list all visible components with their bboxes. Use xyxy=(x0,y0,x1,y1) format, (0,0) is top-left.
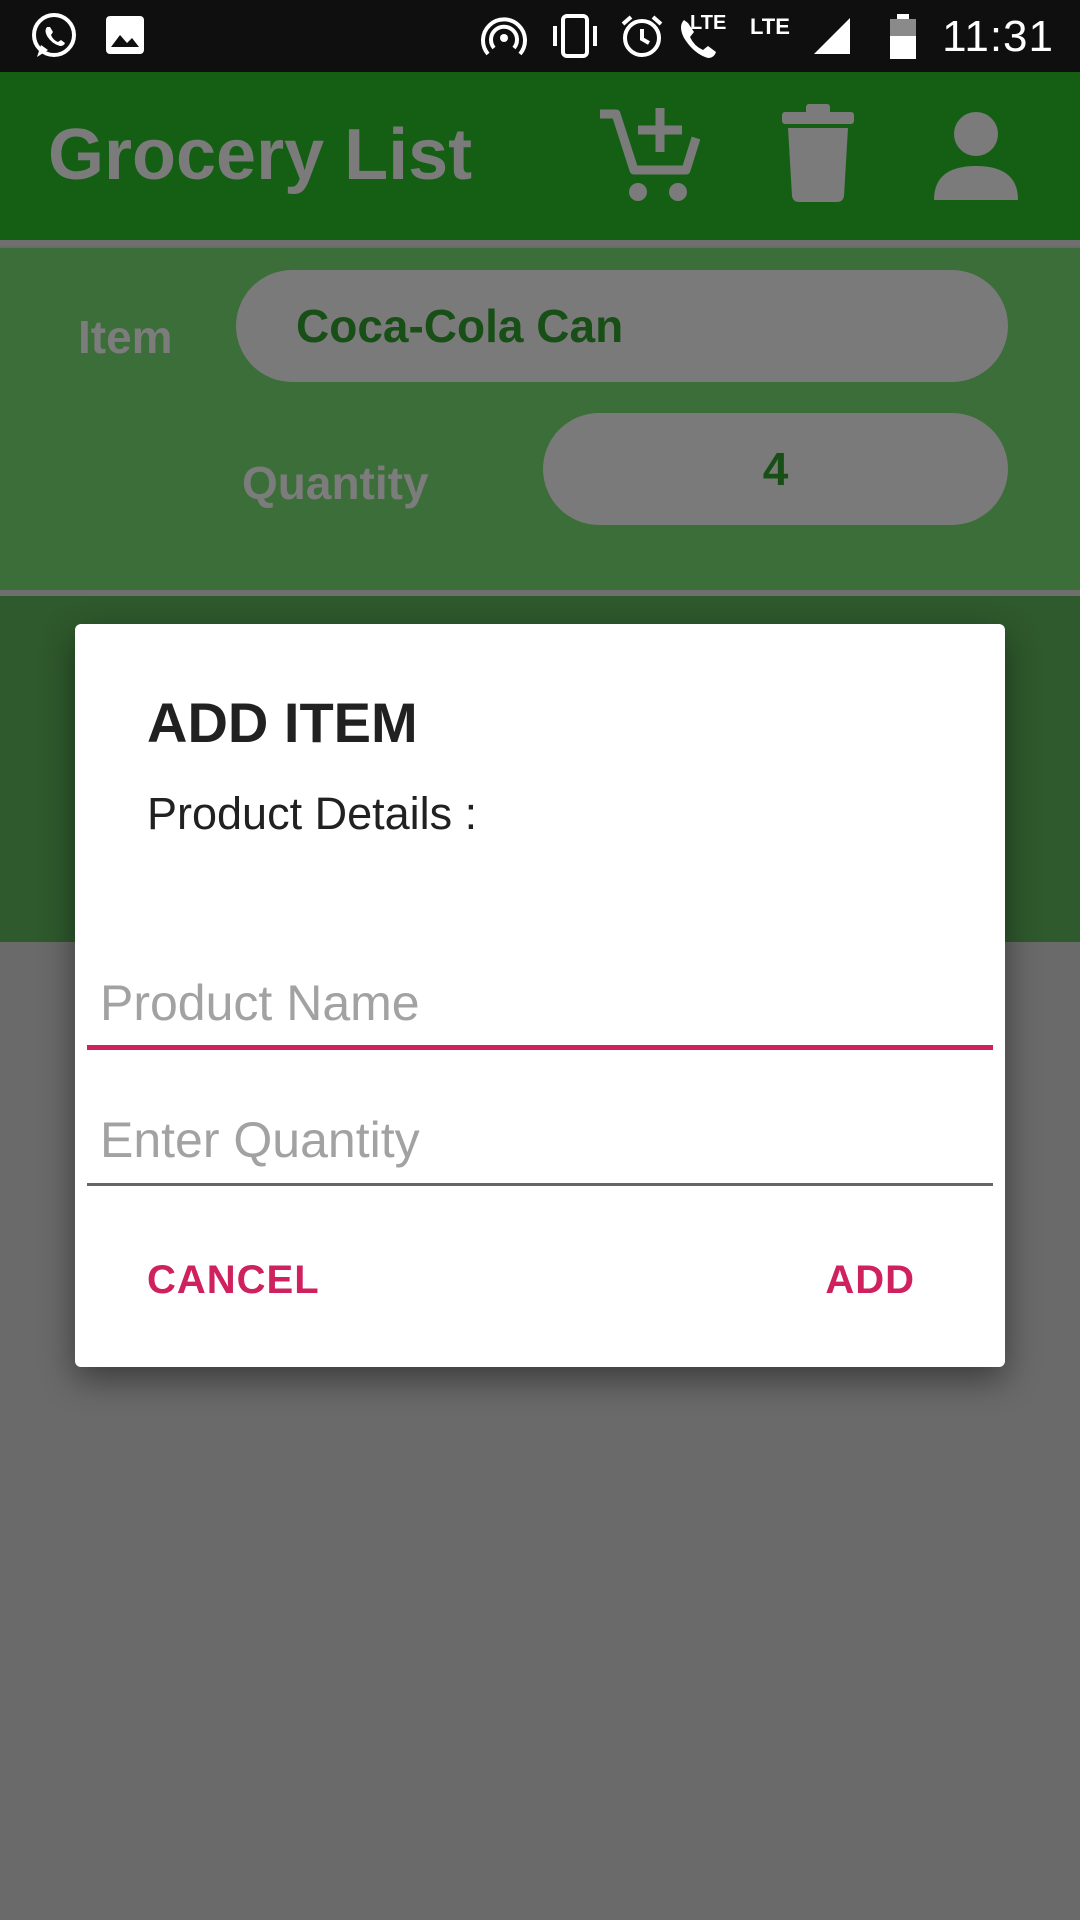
quantity-input[interactable]: 4 xyxy=(543,413,1008,525)
battery-icon xyxy=(890,14,916,59)
whatsapp-icon xyxy=(32,13,76,57)
status-bar: LTE LTE 11:31 xyxy=(0,0,1080,72)
add-to-cart-icon[interactable] xyxy=(594,100,704,210)
app-bar: Grocery List xyxy=(0,72,1080,240)
cancel-button[interactable]: CANCEL xyxy=(147,1258,320,1303)
delete-icon[interactable] xyxy=(776,100,860,210)
add-item-dialog: ADD ITEM Product Details : CANCEL ADD xyxy=(75,624,1005,1367)
add-button[interactable]: ADD xyxy=(825,1258,915,1303)
app-title: Grocery List xyxy=(48,115,473,195)
quantity-label: Quantity xyxy=(242,457,429,509)
quantity-field[interactable] xyxy=(87,1096,993,1186)
vibrate-icon xyxy=(553,14,597,58)
item-input[interactable]: Coca-Cola Can xyxy=(236,270,1008,382)
dialog-title: ADD ITEM xyxy=(147,691,418,754)
alarm-icon xyxy=(621,15,663,57)
dialog-message: Product Details : xyxy=(147,788,478,839)
product-name-input[interactable] xyxy=(87,960,993,1050)
image-icon xyxy=(106,16,144,54)
lte-label: LTE xyxy=(750,14,790,39)
item-label: Item xyxy=(78,311,173,363)
volte-label: LTE xyxy=(690,12,727,34)
clock: 11:31 xyxy=(942,12,1054,61)
item-form: Item Coca-Cola Can Quantity 4 xyxy=(0,248,1080,590)
divider xyxy=(0,240,1080,246)
signal-icon xyxy=(814,18,850,54)
hotspot-icon xyxy=(481,17,527,56)
account-icon[interactable] xyxy=(930,100,1022,210)
